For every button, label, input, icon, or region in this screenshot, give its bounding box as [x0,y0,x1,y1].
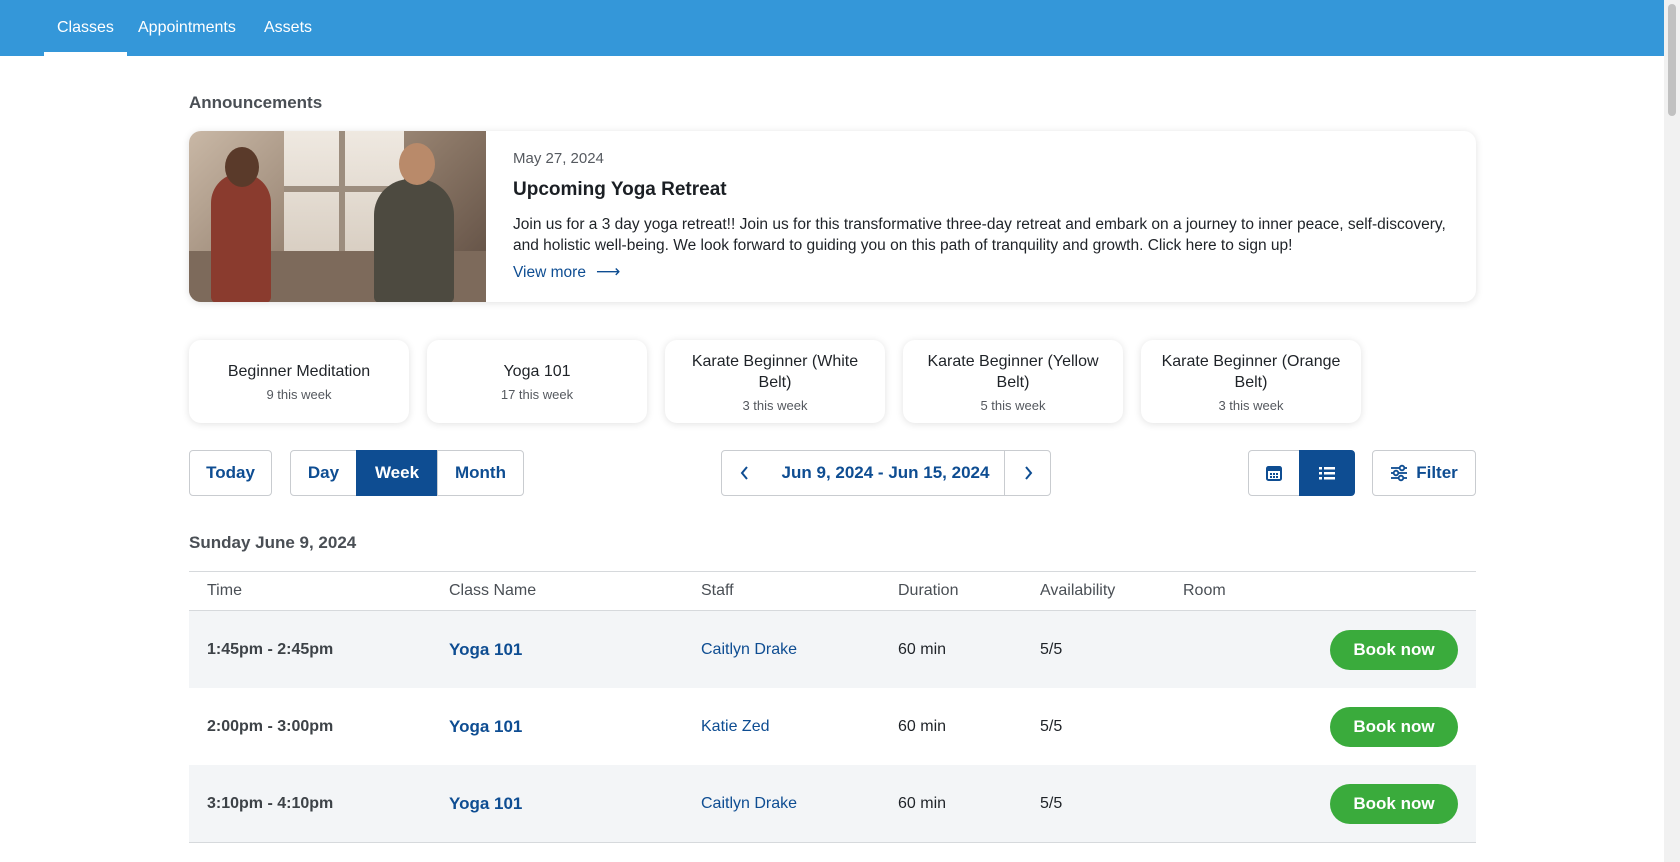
row-duration: 60 min [898,795,947,812]
table-row: 2:00pm - 3:00pm Yoga 101 Katie Zed 60 mi… [189,688,1476,765]
next-week-button[interactable] [1004,450,1051,496]
view-more-link[interactable]: View more ⟶ [513,262,620,282]
col-staff: Staff [701,582,734,599]
announcement-date: May 27, 2024 [513,150,604,167]
filter-button[interactable]: Filter [1372,450,1476,496]
today-button[interactable]: Today [189,450,272,496]
view-day-button[interactable]: Day [290,450,357,496]
calendar-view-button[interactable] [1248,450,1300,496]
announcement-title: Upcoming Yoga Retreat [513,179,727,200]
row-staff-link[interactable]: Caitlyn Drake [701,765,797,842]
list-icon [1319,467,1335,480]
row-availability: 5/5 [1040,718,1063,735]
class-card-count: 3 this week [742,397,808,413]
list-view-button[interactable] [1299,450,1355,496]
book-now-button[interactable]: Book now [1330,707,1458,747]
table-bottom-border [189,842,1476,843]
col-availability: Availability [1040,582,1116,599]
class-card-name: Karate Beginner (Yellow Belt) [927,352,1099,391]
class-card-karate-orange[interactable]: Karate Beginner (Orange Belt) 3 this wee… [1141,340,1361,423]
row-time: 3:10pm - 4:10pm [207,795,334,812]
col-time: Time [207,582,242,599]
row-time: 1:45pm - 2:45pm [207,641,334,658]
row-availability: 5/5 [1040,641,1063,658]
sliders-icon [1391,464,1408,482]
arrow-right-icon: ⟶ [595,262,621,281]
main-content: Announcements May 27, 2024 Upcoming Yoga… [0,56,1664,862]
row-duration: 60 min [898,718,947,735]
top-nav: Classes Appointments Assets [0,0,1664,56]
class-card-name: Beginner Meditation [227,363,371,380]
page-scrollbar[interactable] [1664,0,1680,862]
row-class-link[interactable]: Yoga 101 [449,611,522,688]
row-class-link[interactable]: Yoga 101 [449,688,522,765]
book-now-button[interactable]: Book now [1330,630,1458,670]
table-header: Time Class Name Staff Duration Availabil… [189,571,1476,611]
class-card-count: 17 this week [500,387,574,402]
announcement-card[interactable]: May 27, 2024 Upcoming Yoga Retreat Join … [189,131,1476,302]
class-card-name: Yoga 101 [503,363,571,380]
tab-appointments[interactable]: Appointments [138,0,236,56]
class-card-karate-white[interactable]: Karate Beginner (White Belt) 3 this week [665,340,885,423]
day-title: Sunday June 9, 2024 [189,533,357,552]
announcement-image [189,131,486,302]
view-more-label: View more [513,264,586,281]
row-duration: 60 min [898,641,947,658]
col-room: Room [1183,582,1226,599]
class-card-count: 3 this week [1218,397,1284,413]
tab-classes[interactable]: Classes [44,0,127,56]
scrollbar-thumb[interactable] [1668,4,1676,116]
chevron-left-icon [740,466,748,480]
row-time: 2:00pm - 3:00pm [207,718,334,735]
class-card-count: 5 this week [980,397,1046,413]
class-card-yoga-101[interactable]: Yoga 101 17 this week [427,340,647,423]
row-staff-link[interactable]: Katie Zed [701,688,769,765]
class-card-name: Karate Beginner (White Belt) [691,352,859,391]
view-month-button[interactable]: Month [437,450,524,496]
col-class-name: Class Name [449,582,537,599]
announcements-title: Announcements [189,93,323,112]
row-staff-link[interactable]: Caitlyn Drake [701,611,797,688]
class-card-count: 9 this week [266,387,332,402]
table-row: 1:45pm - 2:45pm Yoga 101 Caitlyn Drake 6… [189,611,1476,688]
class-card-beginner-meditation[interactable]: Beginner Meditation 9 this week [189,340,409,423]
date-range-label: Jun 9, 2024 - Jun 15, 2024 [767,450,1004,496]
class-card-karate-yellow[interactable]: Karate Beginner (Yellow Belt) 5 this wee… [903,340,1123,423]
book-now-button[interactable]: Book now [1330,784,1458,824]
row-availability: 5/5 [1040,795,1063,812]
tab-assets[interactable]: Assets [264,0,312,56]
col-duration: Duration [898,582,959,599]
view-week-button[interactable]: Week [356,450,438,496]
table-row: 3:10pm - 4:10pm Yoga 101 Caitlyn Drake 6… [189,765,1476,842]
announcement-body: Join us for a 3 day yoga retreat!! Join … [513,216,1446,254]
prev-week-button[interactable] [721,450,768,496]
schedule-table: Time Class Name Staff Duration Availabil… [189,571,1476,843]
chevron-right-icon [1024,466,1032,480]
calendar-icon [1266,466,1282,481]
filter-label: Filter [1416,463,1458,482]
row-class-link[interactable]: Yoga 101 [449,765,522,842]
class-card-name: Karate Beginner (Orange Belt) [1161,352,1341,391]
